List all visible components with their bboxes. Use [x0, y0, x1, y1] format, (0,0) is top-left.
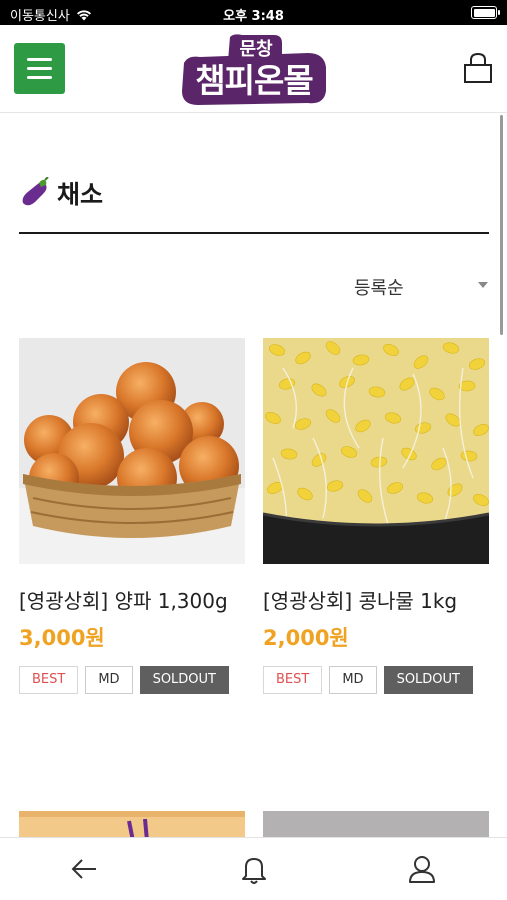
md-badge: MD: [329, 666, 377, 694]
menu-icon-bar: [27, 58, 52, 61]
product-badges: BEST MD SOLDOUT: [263, 666, 489, 694]
category-heading: 채소: [19, 175, 103, 211]
chevron-down-icon: [478, 282, 488, 288]
product-name[interactable]: [영광상회] 양파 1,300g: [19, 586, 245, 616]
soldout-badge: SOLDOUT: [139, 666, 229, 694]
sort-selected-value: 등록순: [354, 278, 404, 299]
title-divider: [19, 232, 489, 234]
clock: 오후 3:48: [223, 9, 284, 24]
soldout-badge: SOLDOUT: [383, 666, 473, 694]
store-logo[interactable]: 문창 챔피온몰: [178, 33, 330, 107]
best-badge: BEST: [263, 666, 323, 694]
product-badges: BEST MD SOLDOUT: [19, 666, 245, 694]
product-name[interactable]: [영광상회] 콩나물 1kg: [263, 586, 489, 616]
bottom-navigation: [0, 837, 507, 900]
bell-icon[interactable]: [237, 852, 271, 886]
menu-icon-bar: [27, 67, 52, 70]
scrollbar[interactable]: [500, 115, 503, 335]
product-price: 3,000원: [19, 626, 105, 650]
menu-button[interactable]: [14, 43, 65, 94]
product-price: 2,000원: [263, 626, 349, 650]
sort-select[interactable]: 등록순: [330, 268, 490, 302]
product-card[interactable]: [영광상회] 양파 1,300g 3,000원 BEST MD SOLDOUT: [19, 338, 245, 694]
best-badge: BEST: [19, 666, 79, 694]
category-title: 채소: [57, 180, 104, 209]
product-card[interactable]: [영광상회] 콩나물 1kg 2,000원 BEST MD SOLDOUT: [262, 338, 490, 694]
shopping-bag-icon[interactable]: [461, 51, 495, 85]
md-badge: MD: [85, 666, 133, 694]
logo-title: 챔피온몰: [195, 61, 313, 100]
back-arrow-icon[interactable]: [68, 852, 102, 886]
eggplant-icon: [22, 177, 49, 206]
status-bar: 이동통신사 오후 3:48: [0, 0, 507, 25]
menu-icon-bar: [27, 76, 52, 79]
product-image-bean-sprouts[interactable]: [262, 338, 490, 564]
app-header: 문창 챔피온몰: [0, 25, 507, 113]
user-icon[interactable]: [405, 852, 439, 886]
product-image-onion[interactable]: [19, 338, 245, 564]
battery-icon: [471, 6, 500, 19]
logo-subtitle: 문창: [239, 39, 273, 60]
